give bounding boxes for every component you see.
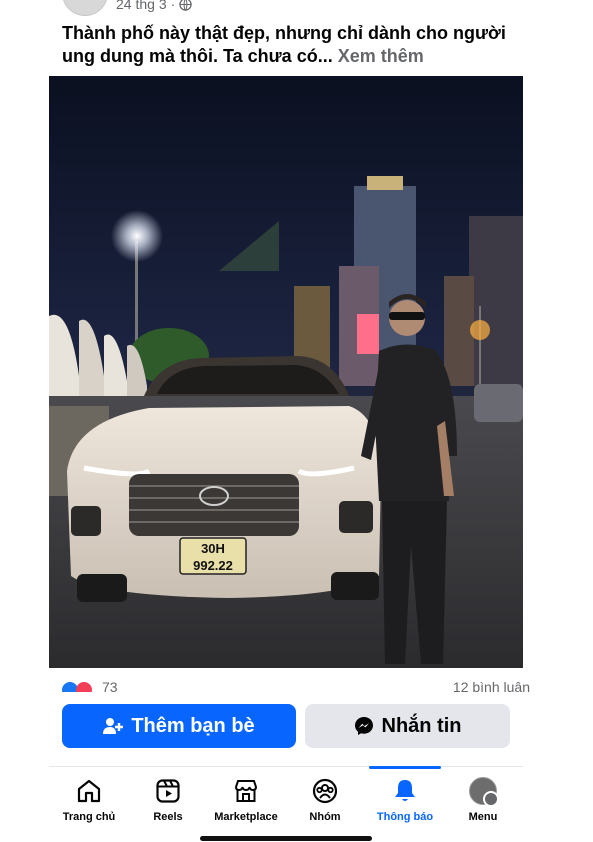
profile-avatar xyxy=(469,777,499,807)
post-meta: 24 thg 3 · xyxy=(116,0,193,12)
home-icon xyxy=(75,777,103,805)
see-more-link[interactable]: Xem thêm xyxy=(338,46,424,66)
marketplace-icon xyxy=(232,777,260,805)
tab-groups[interactable]: Nhóm xyxy=(285,767,365,842)
bell-icon xyxy=(391,777,419,805)
tab-reels-label: Reels xyxy=(153,811,183,823)
post-photo[interactable]: 30H 992.22 xyxy=(49,76,523,668)
message-label: Nhắn tin xyxy=(381,714,462,737)
tab-marketplace[interactable]: Marketplace xyxy=(206,767,286,842)
plate-line2: 992.22 xyxy=(193,558,233,573)
tab-home[interactable]: Trang chủ xyxy=(49,767,129,842)
globe-icon xyxy=(179,0,193,11)
tab-home-label: Trang chủ xyxy=(62,811,116,823)
home-indicator xyxy=(200,836,372,841)
tab-marketplace-label: Marketplace xyxy=(214,811,278,823)
tab-groups-label: Nhóm xyxy=(309,811,341,823)
reels-icon xyxy=(154,777,182,805)
add-friend-icon xyxy=(103,718,124,734)
plate-line1: 30H xyxy=(201,541,225,556)
message-button[interactable]: Nhắn tin xyxy=(305,704,510,748)
bottom-tab-bar: Trang chủ Reels Marketplace Nhóm Thông b… xyxy=(49,766,523,842)
tab-menu[interactable]: Menu xyxy=(443,767,523,842)
tab-menu-label: Menu xyxy=(468,811,498,823)
tab-notifications[interactable]: Thông báo xyxy=(365,766,445,842)
post-caption: Thành phố này thật đẹp, nhưng chỉ dành c… xyxy=(62,22,532,68)
tab-notifications-label: Thông báo xyxy=(376,811,434,823)
post-date: 24 thg 3 xyxy=(116,0,167,12)
poster-avatar[interactable] xyxy=(62,0,108,16)
post-caption-text: Thành phố này thật đẹp, nhưng chỉ dành c… xyxy=(62,23,506,66)
love-icon xyxy=(76,682,92,692)
groups-icon xyxy=(311,777,339,805)
add-friend-button[interactable]: Thêm bạn bè xyxy=(62,704,296,748)
messenger-icon xyxy=(354,717,373,735)
reaction-count: 73 xyxy=(102,679,118,692)
tab-reels[interactable]: Reels xyxy=(128,767,208,842)
add-friend-label: Thêm bạn bè xyxy=(131,714,255,737)
active-tab-indicator xyxy=(369,766,441,769)
menu-badge xyxy=(483,791,499,807)
reactions-row[interactable]: 73 12 bình luận xyxy=(62,678,532,692)
night-city-photo: 30H 992.22 xyxy=(49,76,523,668)
comment-count[interactable]: 12 bình luận xyxy=(453,679,530,692)
